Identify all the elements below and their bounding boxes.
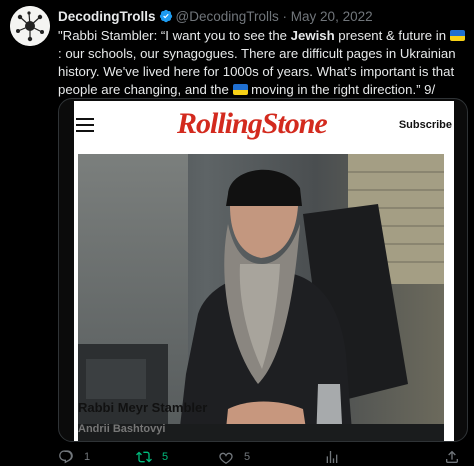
reply-button[interactable]: 1 [58, 448, 90, 466]
display-name[interactable]: DecodingTrolls [58, 9, 156, 24]
like-count: 5 [244, 451, 251, 463]
link-card[interactable]: RollingStone Subscribe Rabbi Meyr Stambl… [58, 98, 468, 442]
retweet-count: 5 [162, 451, 169, 463]
hamburger-menu-icon [76, 118, 94, 132]
share-icon [446, 450, 458, 463]
analytics-icon [326, 451, 338, 463]
tweet-actions: 1 5 5 [58, 448, 474, 466]
tweet-text-part: present & future in [334, 28, 450, 43]
handle[interactable]: @DecodingTrolls [176, 9, 279, 24]
tweet-date[interactable]: May 20, 2022 [291, 9, 373, 24]
heart-icon [219, 452, 233, 464]
tweet-text-part: moving in the right direction.” 9/ [247, 82, 436, 97]
subscribe-link: Subscribe [398, 119, 452, 131]
retweet-button[interactable]: 5 [136, 448, 168, 466]
retweet-icon [136, 451, 152, 463]
reply-icon [59, 450, 73, 464]
tweet-text: "Rabbi Stambler: “I want you to see the … [58, 27, 468, 99]
avatar[interactable] [10, 6, 50, 46]
share-button[interactable] [444, 448, 470, 466]
tweet-text-part: "Rabbi Stambler: “I want you to see the [58, 28, 291, 43]
like-button[interactable]: 5 [218, 448, 250, 466]
tweet-text-bold: Jewish [290, 28, 335, 43]
views-button[interactable] [324, 448, 350, 466]
article-caption-title: Rabbi Meyr Stambler [78, 400, 208, 415]
article-photo [78, 154, 444, 441]
article-preview: RollingStone Subscribe [74, 101, 454, 441]
ukraine-flag-icon [232, 84, 248, 95]
ukraine-flag-icon [449, 30, 465, 41]
article-caption-credit: Andrii Bashtovyi [78, 423, 166, 435]
reply-count: 1 [84, 451, 91, 463]
article-topbar: RollingStone Subscribe [74, 101, 454, 149]
rollingstone-logo: RollingStone [177, 107, 328, 140]
verified-badge-icon [159, 9, 172, 23]
tweet-header: DecodingTrolls @DecodingTrolls · May 20, … [58, 8, 373, 26]
separator-dot: · [282, 9, 288, 24]
